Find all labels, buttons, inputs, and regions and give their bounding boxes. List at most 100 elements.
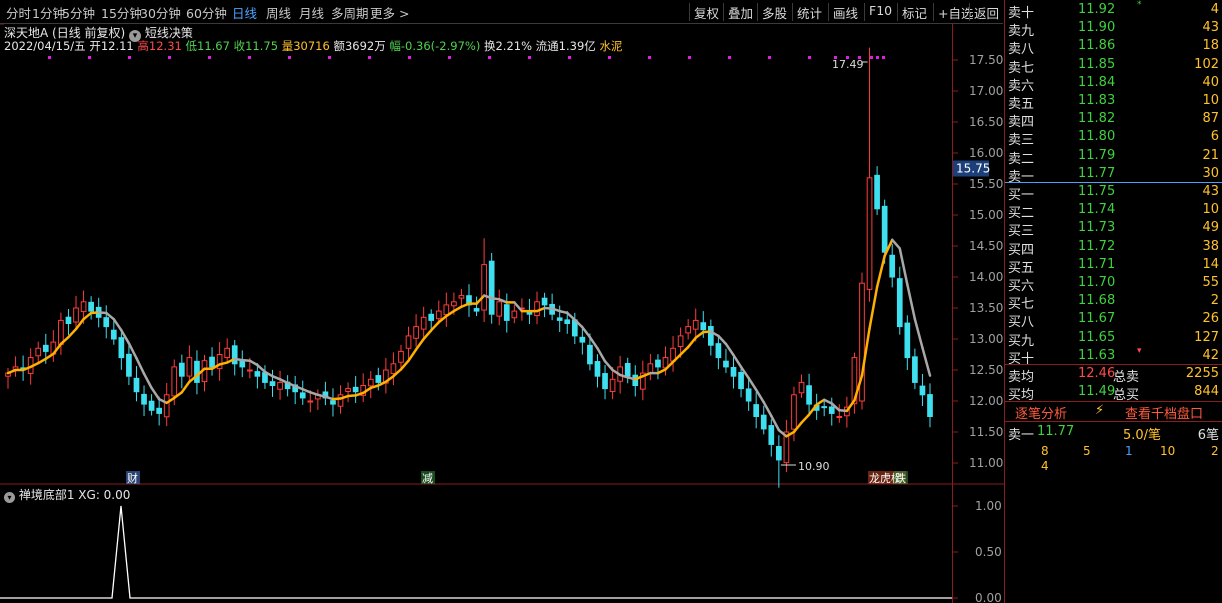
bid-row-1[interactable]: 买二 11.74 10 (1005, 202, 1222, 221)
close-label: 收 (233, 39, 246, 53)
bid-row-7[interactable]: 买八 11.67 26 (1005, 311, 1222, 330)
period-tab-3[interactable]: 15分钟 (101, 3, 142, 22)
toolbar-button-3[interactable]: 统计 (797, 3, 822, 22)
ma-segment (581, 325, 592, 339)
period-tab-9[interactable]: 多周期 (331, 3, 369, 22)
ask-row-6[interactable]: 卖四 11.82 87 (1005, 111, 1222, 130)
candle-down (156, 407, 162, 414)
period-tab-4[interactable]: 30分钟 (140, 3, 181, 22)
level-price: 11.67 (1078, 311, 1116, 327)
candle-up (35, 347, 42, 357)
candle-up (443, 304, 450, 316)
candle-down (428, 313, 435, 321)
level-label: 卖二 (1008, 151, 1035, 167)
toolbar-button-6[interactable]: 标记 (902, 3, 927, 22)
bid-row-3[interactable]: 买四 11.72 38 (1005, 238, 1222, 258)
period-tab-2[interactable]: 5分钟 (62, 3, 95, 22)
ask-row-3[interactable]: 卖七 11.85 102 (1005, 57, 1222, 76)
volume-label: 量 (281, 39, 294, 53)
toolbar-button-5[interactable]: F10 (869, 3, 892, 18)
candle-down (556, 317, 563, 321)
candle-up (398, 350, 404, 363)
ask-row-8[interactable]: 卖二 11.79 21 (1005, 148, 1222, 167)
ask-row-7[interactable]: 卖三 11.80 6 (1005, 129, 1222, 149)
level-price: 11.84 (1078, 74, 1116, 90)
max-price-label: 17.49 (832, 58, 864, 71)
period-tab-7[interactable]: 周线 (266, 3, 291, 22)
ma-segment (248, 359, 259, 367)
bid-row-4[interactable]: 买五 11.71 14 (1005, 257, 1222, 276)
toolbar-button-4[interactable]: 画线 (833, 3, 858, 22)
toolbar-button-0[interactable]: 复权 (694, 3, 719, 22)
period-tab-1[interactable]: 1分钟 (32, 3, 65, 22)
bid-row-0[interactable]: 买一 11.75 43 (1005, 184, 1222, 203)
float-value: 1.39亿 (558, 39, 596, 53)
signal-dot (48, 56, 51, 59)
candle-up (367, 378, 374, 387)
level-price: 11.73 (1078, 220, 1116, 236)
candle-down (103, 317, 110, 328)
candle-up (420, 316, 427, 330)
ask-row-1[interactable]: 卖九 11.90 43 (1005, 20, 1222, 39)
level-volume: 38 (1202, 238, 1219, 254)
level-volume: 2 (1210, 293, 1219, 309)
ma-segment (762, 400, 773, 418)
period-tab-0[interactable]: 分时 (6, 3, 31, 22)
bid-row-8[interactable]: 买九 11.65 127 (1005, 330, 1222, 349)
candle-down (299, 392, 306, 399)
level-volume: 49 (1202, 220, 1219, 236)
ma-segment (754, 388, 765, 404)
period-tab-10[interactable]: 更多 > (370, 3, 409, 22)
trade-avg: 5.0/笔 (1123, 428, 1162, 443)
amount-label: 额 (333, 39, 345, 53)
signal-dot (128, 56, 131, 59)
period-tab-5[interactable]: 60分钟 (186, 3, 227, 22)
ma-segment (112, 317, 123, 332)
candle-down (723, 360, 729, 368)
indicator-label[interactable]: 禅境底部1 (19, 488, 75, 502)
indicator-dropdown-icon[interactable]: ▾ (4, 492, 15, 503)
price-axis-label: 15.50 (969, 177, 1003, 191)
period-tab-6[interactable]: 日线 (232, 3, 257, 22)
candle-down (730, 367, 737, 377)
ask-row-4[interactable]: 卖六 11.84 40 (1005, 74, 1222, 94)
candle-up (390, 363, 397, 375)
candle-down (194, 360, 200, 383)
candle-down (239, 360, 246, 368)
candle-down (564, 319, 571, 325)
bar-info: 2022/04/15/五 开12.11 高12.31 低11.67 收11.75… (4, 38, 622, 54)
toolbar-button-1[interactable]: 叠加 (728, 3, 753, 22)
ma-segment (513, 301, 524, 313)
toolbar-divider (828, 3, 829, 21)
level-price: 11.63 (1078, 347, 1116, 363)
signal-dot (88, 56, 91, 59)
level-label: 卖三 (1008, 133, 1035, 149)
candle-up (481, 264, 487, 311)
event-marker: 跌 (895, 471, 906, 485)
ma-segment (142, 372, 153, 390)
bid-row-2[interactable]: 买三 11.73 49 (1005, 220, 1222, 239)
change-label: 幅 (389, 39, 401, 53)
candle-down (624, 362, 631, 377)
price-axis-label: 17.50 (969, 53, 1003, 67)
sector-link[interactable]: 水泥 (599, 39, 622, 53)
ask-row-5[interactable]: 卖五 11.83 10 (1005, 93, 1222, 112)
tick-analysis-button[interactable]: 逐笔分析 (1015, 403, 1067, 422)
turnover-value: 2.21% (495, 39, 533, 53)
bid-row-5[interactable]: 买六 11.70 55 (1005, 275, 1222, 294)
ma-segment (36, 357, 48, 365)
ma-segment (422, 329, 433, 341)
toolbar-button-8[interactable]: 返回 (974, 3, 999, 22)
indicator-line (0, 505, 952, 599)
level-label: 卖七 (1008, 60, 1035, 76)
ask-row-0[interactable]: 卖十 11.92 4 * (1005, 0, 1222, 21)
ask-row-2[interactable]: 卖八 11.86 18 (1005, 38, 1222, 57)
candle-up (677, 335, 684, 348)
period-tab-8[interactable]: 月线 (299, 3, 324, 22)
level-price: 11.90 (1078, 20, 1116, 36)
thousand-levels-button[interactable]: 查看千档盘口 (1125, 403, 1203, 422)
kline-chart[interactable]: 17.4910.90财减龙虎榜跌 1.000.500.00 17.5017.00… (0, 0, 1004, 603)
toolbar-button-2[interactable]: 多股 (762, 3, 787, 22)
toolbar-divider (723, 3, 724, 21)
bid-row-6[interactable]: 买七 11.68 2 (1005, 293, 1222, 312)
